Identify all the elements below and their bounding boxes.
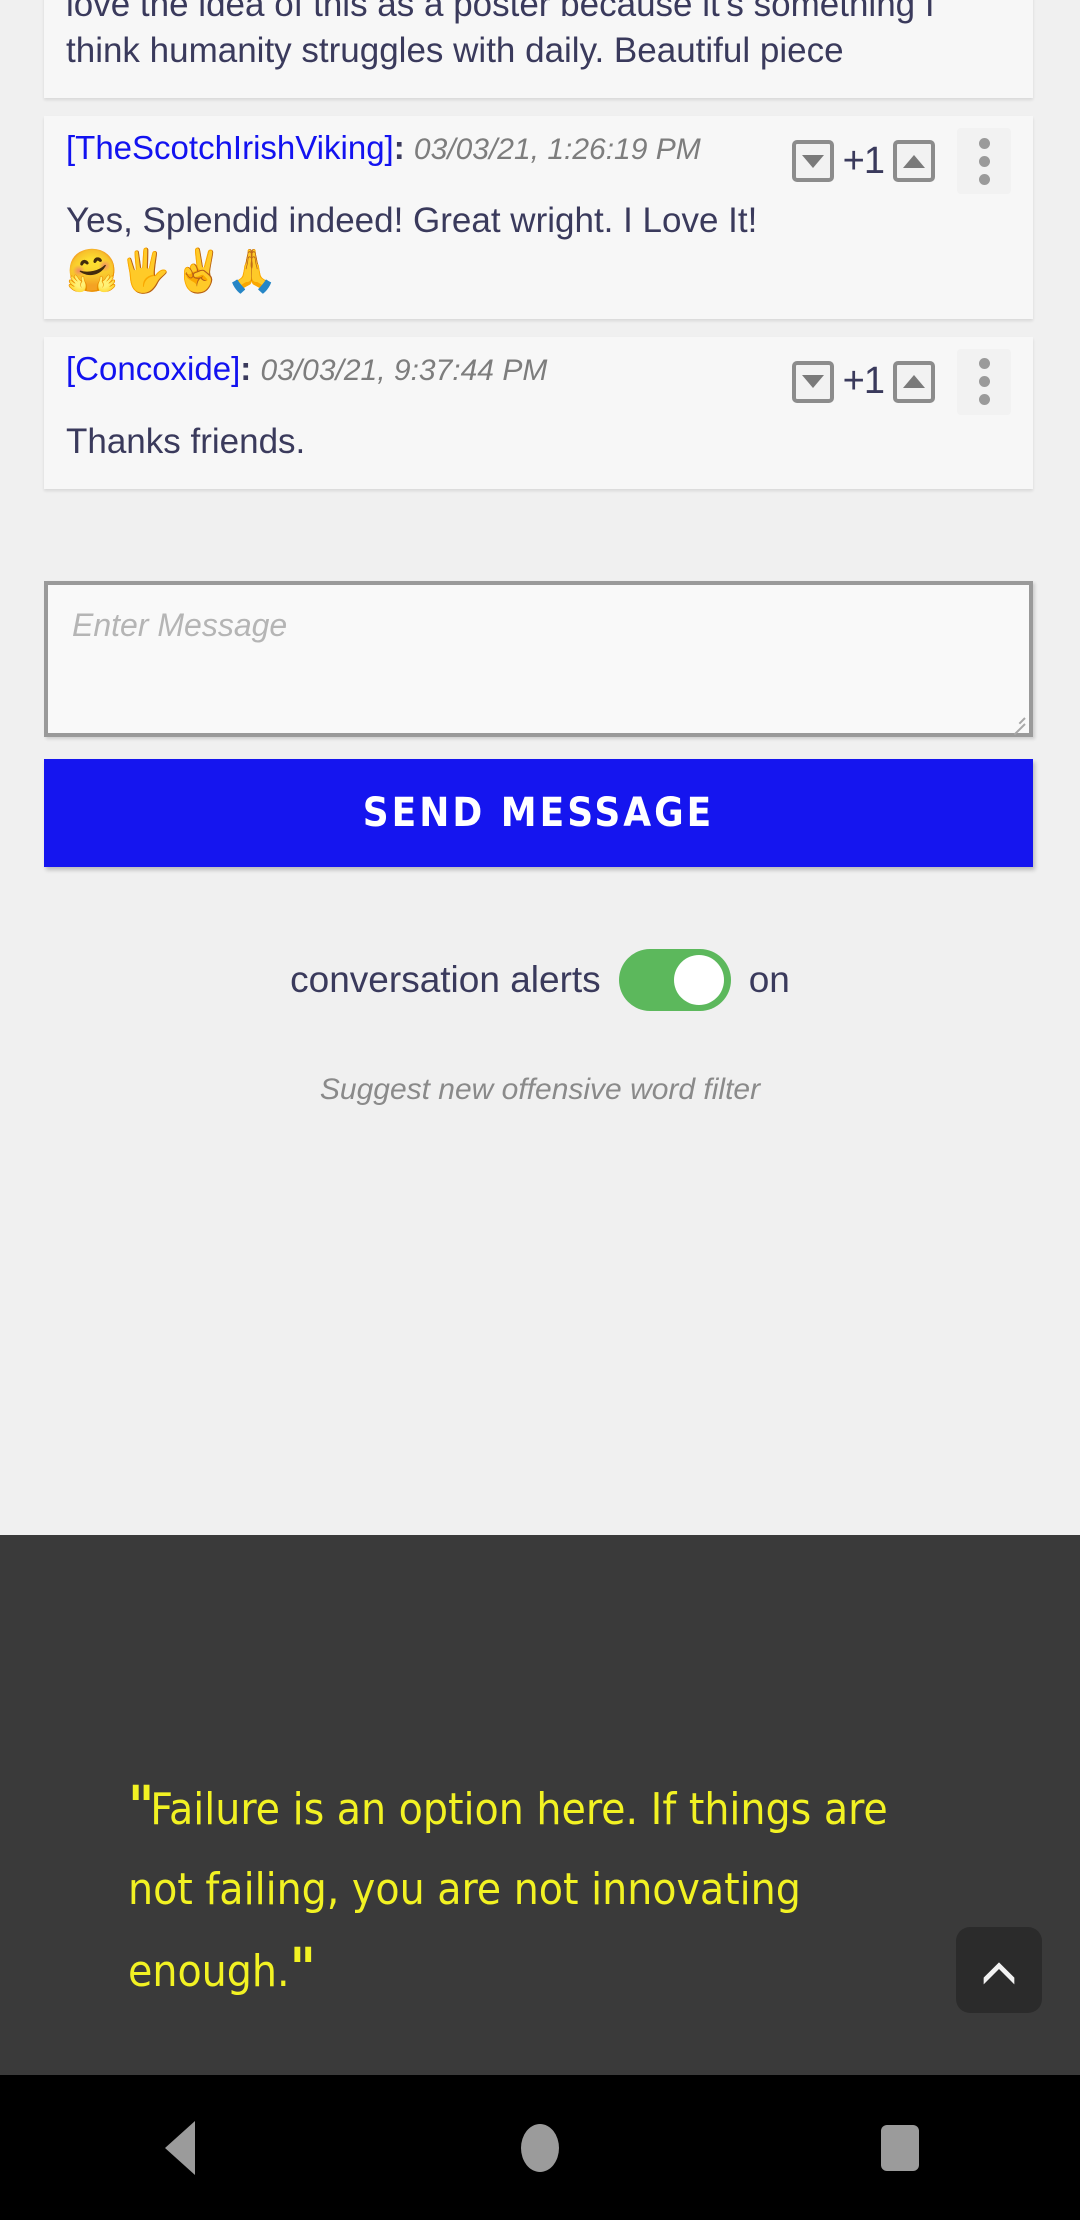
triangle-down-icon (801, 154, 824, 168)
comment-timestamp: 03/03/21, 1:26:19 PM (413, 133, 701, 167)
comment-header: [TheScotchIrishViking]: 03/03/21, 1:26:1… (66, 126, 1011, 195)
comment-body: love the idea of this as a poster becaus… (66, 0, 935, 71)
comment-body: Thanks friends. (66, 421, 306, 461)
nav-home-button[interactable] (460, 2075, 620, 2220)
message-composer: SEND MESSAGE (44, 581, 1033, 868)
android-navigation-bar (0, 2075, 1080, 2220)
comment-card[interactable]: [TheScotchIrishViking]: 03/03/21, 1:26:1… (44, 116, 1033, 319)
kebab-menu-icon (978, 137, 990, 149)
comment-username[interactable]: [TheScotchIrishViking] (66, 129, 394, 166)
conversation-alerts-state: on (748, 959, 790, 1001)
kebab-menu-icon (978, 155, 990, 167)
card-spacer (0, 98, 1080, 116)
vote-controls: +1 (791, 128, 1011, 195)
conversation-alerts-label: conversation alerts (290, 959, 601, 1001)
card-spacer (0, 319, 1080, 337)
message-input[interactable] (44, 581, 1033, 738)
kebab-menu-icon (978, 376, 990, 388)
comment-meta: [TheScotchIrishViking]: 03/03/21, 1:26:1… (66, 126, 721, 171)
scroll-to-top-button[interactable] (956, 1927, 1042, 2013)
comment-header: [Concoxide]: 03/03/21, 9:37:44 PM +1 (66, 347, 1011, 415)
send-message-button[interactable]: SEND MESSAGE (44, 759, 1033, 868)
quote-text: Failure is an option here. If things are… (128, 1784, 888, 1997)
quote-footer: "Failure is an option here. If things ar… (0, 1535, 1080, 2075)
comment-body: Yes, Splendid indeed! Great wright. I Lo… (66, 201, 758, 241)
kebab-menu-icon (978, 394, 990, 406)
comment-thread-scroll-area[interactable]: love the idea of this as a poster becaus… (0, 0, 1080, 1535)
triangle-down-icon (801, 375, 824, 389)
conversation-alerts-toggle[interactable] (618, 949, 731, 1012)
toggle-knob (673, 955, 724, 1006)
comment-menu-button[interactable] (957, 128, 1011, 195)
comment-emoji: 🤗🖐✌🙏 (66, 246, 280, 294)
upvote-button[interactable] (893, 140, 935, 183)
footer-quote: "Failure is an option here. If things ar… (128, 1763, 928, 2016)
close-quote-mark: " (289, 1936, 316, 2002)
nav-back-button[interactable] (100, 2075, 260, 2220)
back-triangle-icon (165, 2120, 195, 2175)
open-quote-mark: " (128, 1775, 154, 1840)
triangle-up-icon (903, 375, 925, 389)
app-screen: love the idea of this as a poster becaus… (0, 0, 1080, 2220)
comment-colon: : (240, 349, 252, 387)
comment-username[interactable]: [Concoxide] (66, 350, 240, 387)
kebab-menu-icon (978, 358, 990, 370)
vote-score: +1 (842, 139, 885, 182)
recents-square-icon (881, 2124, 919, 2171)
home-circle-icon (521, 2123, 559, 2172)
triangle-up-icon (903, 154, 925, 168)
comment-meta: [Concoxide]: 03/03/21, 9:37:44 PM (66, 347, 721, 392)
kebab-menu-icon (978, 173, 990, 185)
conversation-alerts-row: conversation alerts on (0, 949, 1080, 1012)
downvote-button[interactable] (791, 360, 834, 403)
comment-menu-button[interactable] (957, 348, 1011, 415)
comment-card[interactable]: love the idea of this as a poster becaus… (44, 0, 1033, 99)
comment-timestamp: 03/03/21, 9:37:44 PM (260, 353, 548, 387)
vote-score: +1 (842, 360, 885, 403)
comment-card[interactable]: [Concoxide]: 03/03/21, 9:37:44 PM +1 Tha… (44, 336, 1033, 490)
suggest-word-filter-link[interactable]: Suggest new offensive word filter (0, 1073, 1080, 1107)
nav-recents-button[interactable] (820, 2075, 980, 2220)
chevron-up-icon (983, 1962, 1015, 1985)
downvote-button[interactable] (791, 140, 834, 183)
vote-controls: +1 (791, 348, 1011, 415)
upvote-button[interactable] (893, 360, 935, 403)
comment-colon: : (393, 129, 405, 167)
